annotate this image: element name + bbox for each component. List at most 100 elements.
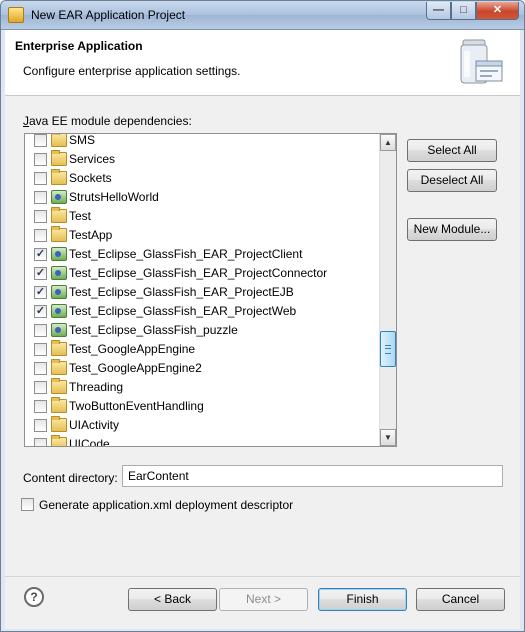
deselect-all-label: Deselect All [420,173,484,187]
header-title: Enterprise Application [15,39,143,53]
finish-label: Finish [346,592,379,606]
module-checkbox[interactable] [34,400,47,413]
ear-project-icon [51,285,67,299]
folder-icon [51,150,67,166]
folder-icon [51,169,67,185]
folder-icon [51,340,67,356]
module-list-item[interactable]: SMS [25,133,380,149]
module-label: Test [69,209,92,223]
module-dependencies-label: Java EE module dependencies: [23,114,192,128]
folder-icon [51,134,67,147]
module-label: Test_Eclipse_GlassFish_puzzle [69,323,238,337]
folder-icon [51,435,67,446]
module-checkbox[interactable]: ✓ [34,248,47,261]
module-label: Test_Eclipse_GlassFish_EAR_ProjectEJB [69,285,294,299]
vertical-scrollbar[interactable]: ▲ ▼ [379,134,396,446]
module-label: SMS [69,133,96,147]
folder-icon [51,397,67,413]
wizard-header: Enterprise Application Configure enterpr… [5,30,520,96]
new-module-button[interactable]: New Module... [407,218,497,241]
help-icon[interactable]: ? [24,587,44,607]
folder-icon [51,416,67,432]
module-checkbox[interactable] [34,438,47,446]
module-list-item[interactable]: Test_Eclipse_GlassFish_puzzle [25,320,380,339]
header-description: Configure enterprise application setting… [23,64,241,78]
module-checkbox[interactable] [34,324,47,337]
select-all-label: Select All [427,143,477,157]
minimize-button[interactable]: — [426,2,451,20]
select-all-button[interactable]: Select All [407,139,497,162]
module-list-item[interactable]: ✓ Test_Eclipse_GlassFish_EAR_ProjectEJB [25,282,380,301]
minimize-icon: — [433,4,444,16]
module-list-item[interactable]: ✓ Test_Eclipse_GlassFish_EAR_ProjectConne… [25,263,380,282]
module-checkbox[interactable]: ✓ [34,267,47,280]
module-label: Threading [69,380,124,394]
module-list-item[interactable]: Test [25,206,380,225]
ear-wizard-banner-icon [460,39,503,84]
module-list-item[interactable]: Sockets [25,168,380,187]
module-checkbox[interactable] [34,172,47,185]
module-checkbox[interactable] [34,210,47,223]
module-list-item[interactable]: StrutsHelloWorld [25,187,380,206]
module-label: TestApp [69,228,113,242]
module-list-item[interactable]: ✓ Test_Eclipse_GlassFish_EAR_ProjectClien… [25,244,380,263]
module-checkbox[interactable] [34,362,47,375]
app-icon [8,7,24,23]
content-area: Java EE module dependencies: SMS Services… [5,96,520,576]
module-checkbox[interactable] [34,134,47,147]
module-list-item[interactable]: Services [25,149,380,168]
deselect-all-button[interactable]: Deselect All [407,169,497,192]
maximize-icon: □ [460,4,467,16]
module-label: Test_Eclipse_GlassFish_EAR_ProjectClient [69,247,303,261]
module-checkbox[interactable] [34,419,47,432]
module-checkbox[interactable] [34,153,47,166]
ear-project-icon [51,266,67,280]
module-list-item[interactable]: Test_GoogleAppEngine [25,339,380,358]
module-checkbox[interactable] [34,343,47,356]
module-checkbox[interactable]: ✓ [34,286,47,299]
ear-project-icon [51,190,67,204]
content-directory-label: Content directory: [23,471,118,485]
generate-descriptor-checkbox[interactable] [21,498,34,511]
next-label: Next > [245,592,281,606]
module-checkbox[interactable] [34,229,47,242]
content-directory-input[interactable] [122,465,503,487]
module-label: Test_Eclipse_GlassFish_EAR_ProjectConnec… [69,266,328,280]
maximize-button[interactable]: □ [451,2,476,20]
module-dependencies-list[interactable]: SMS Services Sockets StrutsHelloWorld Test Te… [24,133,397,447]
window-title: New EAR Application Project [31,8,186,22]
module-list-item[interactable]: TestApp [25,225,380,244]
module-checkbox[interactable] [34,191,47,204]
module-label: UIActivity [69,418,120,432]
module-list-item[interactable]: UIActivity [25,415,380,434]
back-button[interactable]: < Back [128,588,217,611]
next-button[interactable]: Next > [219,588,308,611]
scroll-thumb[interactable] [380,331,396,367]
back-label: < Back [153,592,192,606]
folder-icon [51,359,67,375]
generate-descriptor-label[interactable]: Generate application.xml deployment desc… [39,498,293,512]
folder-icon [51,378,67,394]
folder-icon [51,226,67,242]
module-checkbox[interactable] [34,381,47,394]
close-button[interactable]: ✕ [476,2,519,20]
ear-project-icon [51,323,67,337]
cancel-button[interactable]: Cancel [416,588,505,611]
module-label: Services [69,152,116,166]
ear-project-icon [51,247,67,261]
label-text: ava EE module dependencies: [29,114,192,128]
module-list-item[interactable]: TwoButtonEventHandling [25,396,380,415]
dialog-window: New EAR Application Project — □ ✕ Enterp… [0,0,525,632]
cancel-label: Cancel [441,592,480,606]
scroll-down-arrow[interactable]: ▼ [380,429,396,446]
module-checkbox[interactable]: ✓ [34,305,47,318]
scroll-up-arrow[interactable]: ▲ [380,134,396,151]
module-list-item[interactable]: UICode [25,434,380,446]
finish-button[interactable]: Finish [318,588,407,611]
module-label: Sockets [69,171,112,185]
module-list-item[interactable]: Threading [25,377,380,396]
module-label: Test_GoogleAppEngine2 [69,361,202,375]
title-bar[interactable]: New EAR Application Project — □ ✕ [1,1,524,30]
module-list-item[interactable]: ✓ Test_Eclipse_GlassFish_EAR_ProjectWeb [25,301,380,320]
module-list-item[interactable]: Test_GoogleAppEngine2 [25,358,380,377]
